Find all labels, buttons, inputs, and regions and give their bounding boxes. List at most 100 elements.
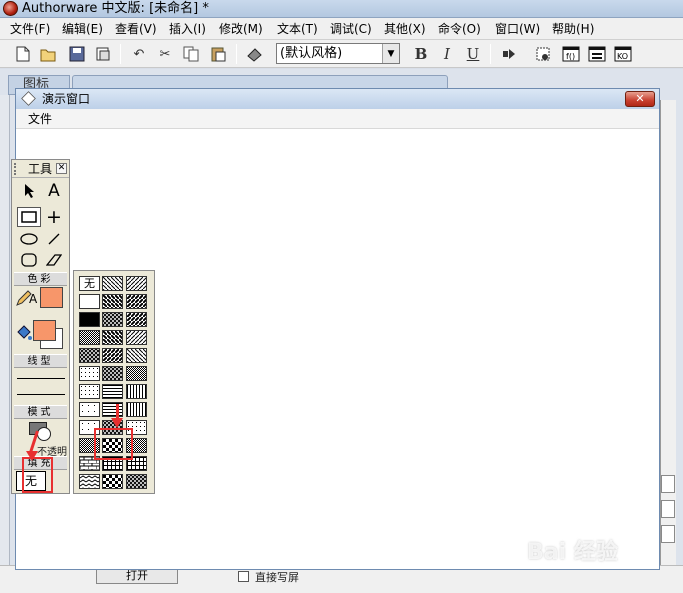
presentation-menu-file[interactable]: 文件	[28, 109, 52, 129]
new-file-icon[interactable]	[12, 43, 34, 65]
presentation-window-titlebar[interactable]: 演示窗口 ✕	[16, 89, 659, 109]
window-icon	[21, 91, 36, 106]
menu-view[interactable]: 查看(V)	[113, 18, 159, 40]
paste-icon[interactable]	[207, 43, 229, 65]
app-title: Authorware 中文版: [未命名] *	[22, 1, 209, 16]
line-color-swatch[interactable]	[40, 287, 63, 308]
mode-section-label: 模式	[14, 405, 67, 419]
cut-icon[interactable]: ✂	[154, 43, 176, 65]
svg-text:f(): f()	[566, 52, 575, 61]
text-tool-icon[interactable]: A	[42, 181, 66, 201]
menu-text[interactable]: 文本(T)	[275, 18, 320, 40]
control-panel-icon[interactable]	[532, 43, 554, 65]
find-icon[interactable]	[244, 43, 266, 65]
copy-icon[interactable]	[180, 43, 202, 65]
pattern-swatch[interactable]	[79, 348, 100, 363]
pattern-swatch[interactable]	[126, 330, 147, 345]
pattern-swatch[interactable]	[102, 402, 123, 417]
menu-modify[interactable]: 修改(M)	[217, 18, 265, 40]
property-field[interactable]	[661, 475, 675, 493]
bold-button[interactable]: B	[410, 43, 432, 65]
menu-file[interactable]: 文件(F)	[8, 18, 52, 40]
toolbar-separator	[120, 44, 121, 64]
pattern-swatch[interactable]	[126, 384, 147, 399]
pattern-swatch[interactable]	[102, 384, 123, 399]
variables-window-icon[interactable]	[586, 43, 608, 65]
menu-window[interactable]: 窗口(W)	[493, 18, 542, 40]
text-color-icon: A	[29, 292, 38, 306]
pointer-tool-icon[interactable]	[17, 181, 41, 201]
highlight-box-pattern	[94, 428, 133, 460]
pattern-black[interactable]	[79, 312, 100, 327]
menu-command[interactable]: 命令(O)	[436, 18, 483, 40]
tools-palette-title: 工具	[28, 162, 53, 176]
line-style-sample[interactable]	[17, 394, 65, 395]
line-tool-icon[interactable]	[42, 229, 66, 249]
underline-button[interactable]: U	[462, 43, 484, 65]
menu-debug[interactable]: 调试(C)	[328, 18, 374, 40]
toolbar-separator	[490, 44, 491, 64]
mode-value-label: 不透明	[37, 447, 67, 458]
menu-other[interactable]: 其他(X)	[382, 18, 428, 40]
open-folder-icon[interactable]	[38, 43, 60, 65]
pattern-swatch[interactable]	[102, 330, 123, 345]
style-select-value: (默认风格)	[280, 46, 343, 61]
pattern-swatch[interactable]	[126, 348, 147, 363]
foreground-color-swatch[interactable]	[33, 320, 56, 341]
pattern-swatch[interactable]	[79, 474, 100, 489]
menu-help[interactable]: 帮助(H)	[550, 18, 596, 40]
pattern-swatch[interactable]	[102, 276, 123, 291]
undo-icon[interactable]: ↶	[128, 43, 150, 65]
direct-to-screen-label: 直接写屏	[255, 571, 299, 584]
open-button[interactable]: 打开	[96, 568, 178, 584]
pattern-swatch[interactable]	[126, 402, 147, 417]
close-button[interactable]: ✕	[625, 91, 655, 107]
pattern-swatch[interactable]	[79, 366, 100, 381]
ellipse-tool-icon[interactable]	[17, 229, 41, 249]
property-field[interactable]	[661, 525, 675, 543]
pattern-swatch[interactable]	[126, 312, 147, 327]
line-style-sample[interactable]	[17, 378, 65, 379]
pattern-swatch[interactable]	[102, 366, 123, 381]
presentation-window-title: 演示窗口	[42, 92, 91, 106]
mode-icon-circle[interactable]	[37, 427, 51, 441]
tools-close-button[interactable]: ✕	[56, 163, 67, 174]
direct-to-screen-checkbox[interactable]	[238, 571, 249, 582]
toolbar: ↶ ✂ (默认风格) ▼ B I U f() KO	[0, 40, 683, 68]
pattern-swatch[interactable]	[102, 348, 123, 363]
pattern-swatch[interactable]	[79, 330, 100, 345]
functions-window-icon[interactable]: f()	[560, 43, 582, 65]
pattern-swatch[interactable]	[126, 294, 147, 309]
polygon-tool-icon[interactable]	[42, 250, 66, 270]
menu-insert[interactable]: 插入(I)	[167, 18, 208, 40]
save-all-icon[interactable]	[66, 43, 88, 65]
chevron-down-icon[interactable]: ▼	[382, 44, 399, 63]
tools-palette-titlebar[interactable]: 工具 ✕	[12, 160, 69, 178]
drag-grip-icon[interactable]	[14, 163, 19, 175]
style-select[interactable]: (默认风格) ▼	[276, 43, 400, 64]
italic-button[interactable]: I	[436, 43, 458, 65]
pattern-swatch[interactable]	[102, 294, 123, 309]
rounded-rectangle-tool-icon[interactable]	[17, 250, 41, 270]
pattern-swatch[interactable]	[102, 312, 123, 327]
pattern-swatch[interactable]	[102, 474, 123, 489]
authorware-icon	[3, 1, 18, 16]
pattern-swatch[interactable]	[126, 276, 147, 291]
svg-text:KO: KO	[617, 52, 628, 61]
pattern-swatch[interactable]	[79, 384, 100, 399]
pattern-white[interactable]	[79, 294, 100, 309]
presentation-menubar: 文件	[16, 109, 659, 129]
pattern-swatch[interactable]	[126, 366, 147, 381]
pattern-none[interactable]: 无	[79, 276, 100, 291]
rectangle-tool-icon[interactable]	[17, 207, 41, 227]
run-icon[interactable]	[498, 43, 520, 65]
annotation-arrow-head	[111, 418, 123, 428]
property-field[interactable]	[661, 500, 675, 518]
menu-edit[interactable]: 编辑(E)	[60, 18, 105, 40]
knowledge-objects-icon[interactable]: KO	[612, 43, 634, 65]
pattern-swatch[interactable]	[126, 474, 147, 489]
cross-tool-icon[interactable]: +	[42, 206, 66, 228]
toolbar-separator	[236, 44, 237, 64]
import-icon[interactable]	[92, 43, 114, 65]
pattern-swatch[interactable]	[79, 402, 100, 417]
